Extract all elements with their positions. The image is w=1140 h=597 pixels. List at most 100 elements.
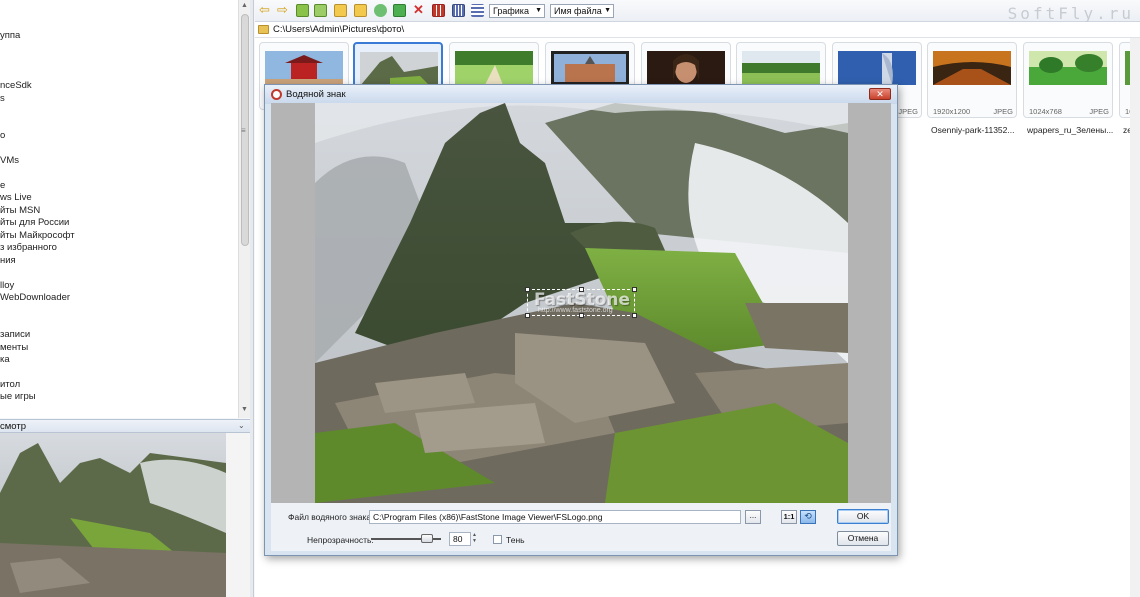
thumbnail-caption: Osenniy-park-11352... — [931, 125, 1015, 135]
opacity-input[interactable]: 80 — [449, 532, 471, 546]
tree-item[interactable]: з избранного — [0, 242, 57, 253]
folder-new-icon[interactable] — [354, 4, 367, 17]
grid-large-icon[interactable] — [432, 4, 445, 17]
shadow-label: Тень — [506, 535, 525, 545]
tree-item[interactable]: записи — [0, 329, 30, 340]
filter-select-value: Графика — [493, 6, 529, 16]
preview-header-label: смотр — [0, 421, 26, 432]
tree-item[interactable]: йты для России — [0, 217, 69, 228]
tree-item[interactable]: e — [0, 180, 5, 191]
tree-item[interactable]: lloy — [0, 280, 14, 291]
tree-item[interactable]: йты MSN — [0, 205, 40, 216]
thumbnail-image — [1029, 51, 1107, 85]
tree-item[interactable]: o — [0, 130, 5, 141]
chevron-down-icon[interactable]: ⌄ — [238, 421, 245, 430]
opacity-label: Непрозрачность: — [307, 535, 374, 545]
ok-button[interactable]: OK — [837, 509, 889, 524]
thumbnail-image — [647, 51, 725, 85]
thumbnail-resolution: 1920x1200 — [933, 107, 971, 116]
thumbnail-image — [265, 51, 343, 85]
tree-item[interactable]: nceSdk — [0, 80, 32, 91]
dialog-titlebar[interactable]: Водяной знак ✕ — [265, 85, 897, 104]
tree-item[interactable]: ws Live — [0, 192, 32, 203]
spin-down-icon[interactable]: ▼ — [471, 538, 478, 544]
app-icon — [271, 89, 282, 100]
refresh-button[interactable]: ⟲ — [800, 510, 816, 524]
actual-size-button[interactable]: 1:1 — [781, 510, 797, 524]
thumbnail[interactable]: 1024x768 JPEG — [1023, 42, 1113, 118]
grip-icon: ≡ — [241, 126, 246, 135]
close-button[interactable]: ✕ — [869, 88, 891, 100]
tree-item[interactable]: менты — [0, 342, 28, 353]
thumbnail-image — [360, 52, 438, 86]
thumbnail-image — [742, 51, 820, 85]
brand-watermark: SoftFly.ru — [1007, 4, 1134, 23]
tree-item[interactable]: VMs — [0, 155, 19, 166]
resize-handle[interactable] — [632, 313, 637, 318]
thumbnail-image — [838, 51, 916, 85]
tree-item[interactable]: ые игры — [0, 391, 36, 402]
folder-icon[interactable] — [334, 4, 347, 17]
photo-preview[interactable]: FastStone http://www.faststone.org — [315, 103, 848, 503]
thumbnail-scrollbar[interactable] — [1130, 38, 1140, 597]
thumbnail-type: JPEG — [993, 107, 1013, 116]
folder-up-icon[interactable] — [296, 4, 309, 17]
tree-item[interactable]: уппа — [0, 30, 20, 41]
thumbnail-meta: 1024x768 JPEG — [1029, 107, 1109, 116]
thumbnail-meta: 1920x1200 JPEG — [933, 107, 1013, 116]
preview-side-panel — [226, 433, 250, 597]
thumbnail-type: JPEG — [1089, 107, 1109, 116]
browse-button[interactable]: ... — [745, 510, 761, 524]
back-arrow-icon[interactable]: ⇦ — [259, 2, 272, 17]
preview-header: смотр ⌄ — [0, 419, 250, 433]
list-view-icon[interactable] — [471, 4, 484, 17]
preview-image — [0, 433, 226, 597]
path-text: C:\Users\Admin\Pictures\фото\ — [273, 24, 405, 35]
grid-small-icon[interactable] — [452, 4, 465, 17]
tree-item[interactable]: WebDownloader — [0, 292, 70, 303]
dialog-title: Водяной знак — [286, 89, 346, 100]
tree-item[interactable]: ка — [0, 354, 10, 365]
sort-select-value: Имя файла — [554, 6, 602, 16]
copy-icon[interactable] — [393, 4, 406, 17]
sort-select[interactable]: Имя файла ▼ — [550, 4, 614, 18]
tree-item[interactable]: ния — [0, 255, 16, 266]
opacity-spinner[interactable]: ▲ ▼ — [471, 532, 478, 546]
scroll-up-icon[interactable]: ▲ — [241, 2, 248, 9]
opacity-slider-thumb[interactable] — [421, 534, 433, 543]
watermark-url: http://www.faststone.org — [538, 307, 613, 314]
thumbnail[interactable]: 1920x1200 JPEG — [927, 42, 1017, 118]
file-label: Файл водяного знака: — [288, 512, 374, 522]
scroll-down-icon[interactable]: ▼ — [241, 406, 248, 413]
refresh-icon[interactable] — [374, 4, 387, 17]
shadow-checkbox[interactable] — [493, 535, 502, 544]
dropdown-arrow-icon: ▼ — [604, 7, 611, 14]
tree-item[interactable]: итол — [0, 379, 20, 390]
resize-handle[interactable] — [525, 287, 530, 292]
watermark-file-field[interactable]: C:\Program Files (x86)\FastStone Image V… — [369, 510, 741, 524]
tree-item[interactable]: s — [0, 93, 5, 104]
folder-tree-icon[interactable] — [314, 4, 327, 17]
filter-select[interactable]: Графика ▼ — [489, 4, 545, 18]
resize-handle[interactable] — [632, 287, 637, 292]
path-bar[interactable]: C:\Users\Admin\Pictures\фото\ — [255, 22, 1140, 38]
resize-handle[interactable] — [525, 313, 530, 318]
thumbnail-resolution: 1024x768 — [1029, 107, 1062, 116]
dialog-preview-area: FastStone http://www.faststone.org — [271, 103, 891, 503]
thumbnail-type: JPEG — [898, 107, 918, 116]
folder-tree[interactable]: уппа nceSdk s o VMs e ws Live йты MSN йты для Ро… — [0, 0, 238, 418]
watermark-dialog: Водяной знак ✕ FastStone http://www.fast… — [264, 84, 898, 556]
folder-tree-scrollbar[interactable]: ▲ ≡ ▼ — [238, 0, 250, 418]
watermark-selection[interactable]: FastStone http://www.faststone.org — [525, 287, 637, 318]
panel-splitter[interactable] — [250, 0, 254, 597]
folder-icon — [258, 25, 269, 34]
dropdown-arrow-icon: ▼ — [535, 7, 542, 14]
tree-item[interactable]: йты Майкрософт — [0, 230, 75, 241]
dialog-controls: Файл водяного знака: C:\Program Files (x… — [271, 503, 891, 551]
thumbnail-image — [551, 51, 629, 85]
cancel-button[interactable]: Отмена — [837, 531, 889, 546]
forward-arrow-icon[interactable]: ⇨ — [277, 2, 290, 17]
thumbnail-caption: wpapers_ru_Зелены... — [1027, 125, 1114, 135]
delete-icon[interactable]: ✕ — [413, 2, 426, 17]
refresh-icon: ⟲ — [804, 511, 812, 521]
